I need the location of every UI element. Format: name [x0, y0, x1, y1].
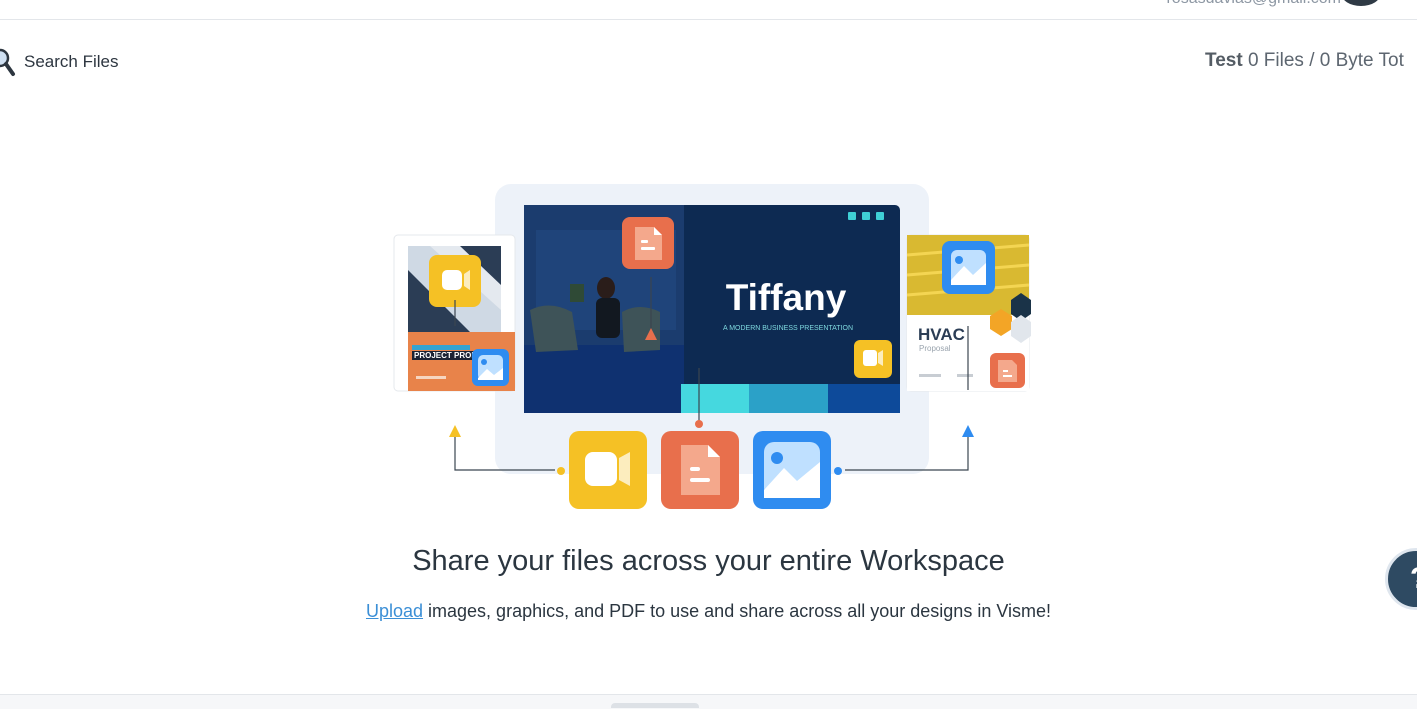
bottom-panel: [0, 694, 1417, 709]
doc-badge-right: [990, 353, 1025, 388]
upload-description: images, graphics, and PDF to use and sha…: [423, 601, 1052, 621]
dot-yellow: [557, 467, 565, 475]
video-badge-left: [429, 255, 481, 307]
presentation-title: Tiffany: [726, 277, 847, 318]
empty-state-description: Upload images, graphics, and PDF to use …: [0, 601, 1417, 622]
dot-blue: [834, 467, 842, 475]
image-badge-left: [472, 349, 509, 386]
dot-orange: [695, 420, 703, 428]
image-badge-bottom: [753, 431, 831, 509]
upload-link[interactable]: Upload: [366, 601, 423, 621]
empty-state-headline: Share your files across your entire Work…: [412, 545, 1005, 577]
panel-handle[interactable]: [611, 703, 699, 708]
help-icon[interactable]: ?: [1410, 562, 1417, 596]
doc-badge-top: [622, 217, 674, 269]
video-badge-bottom: [569, 431, 647, 509]
presentation-subtitle: A MODERN BUSINESS PRESENTATION: [723, 325, 853, 332]
right-card-title: HVAC: [918, 325, 965, 344]
arrow-left: [449, 425, 461, 437]
presentation-preview: Tiffany A MODERN BUSINESS PRESENTATION: [524, 205, 900, 413]
doc-badge-bottom: [661, 431, 739, 509]
arrow-right: [962, 425, 974, 437]
right-card-subtitle: Proposal: [919, 344, 951, 353]
image-badge-right: [942, 241, 995, 294]
video-badge-presentation: [854, 340, 892, 378]
